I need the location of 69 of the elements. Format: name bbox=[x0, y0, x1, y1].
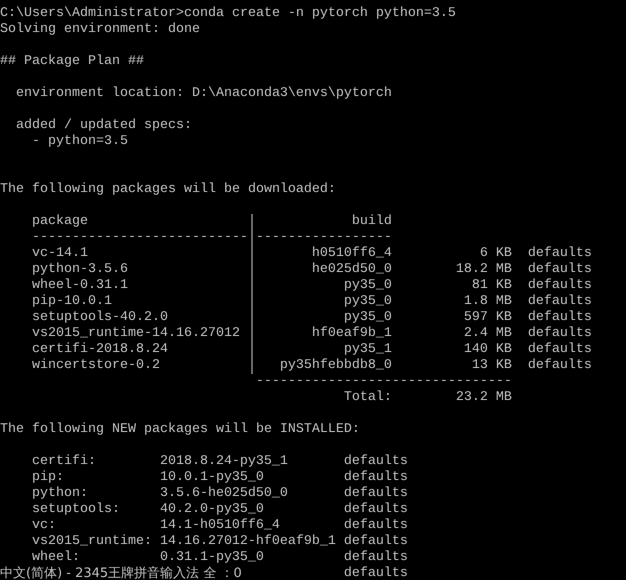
table-cell: vc-14.1 bbox=[32, 246, 88, 261]
table-cell: 1.8 MB bbox=[464, 294, 512, 309]
table-cell: 18.2 MB bbox=[456, 262, 512, 277]
table-cell: defaults bbox=[344, 486, 408, 501]
table-cell: 14.1-h0510ff6_4 bbox=[160, 518, 280, 533]
table-cell: py35_1 bbox=[344, 342, 392, 357]
table-cell: setuptools: bbox=[32, 502, 120, 517]
table-cell: 2018.8.24-py35_1 bbox=[160, 454, 288, 469]
table-cell: py35_0 bbox=[344, 294, 392, 309]
terminal-line: The following NEW packages will be INSTALLED: bbox=[0, 422, 360, 438]
dash-rule: --------------------------- bbox=[32, 230, 248, 245]
table-cell: vs2015_runtime-14.16.27012 bbox=[32, 326, 240, 341]
dash-rule: -------------------------------- bbox=[256, 374, 512, 390]
table-cell: setuptools-40.2.0 bbox=[32, 310, 168, 325]
table-cell: defaults bbox=[528, 294, 592, 309]
terminal-line: added / updated specs: bbox=[14, 118, 192, 134]
table-cell: python-3.5.6 bbox=[32, 262, 128, 277]
table-cell: h0510ff6_4 bbox=[312, 246, 392, 261]
table-cell: he025d50_0 bbox=[312, 262, 392, 277]
table-cell: defaults bbox=[528, 358, 592, 373]
table-cell: certifi-2018.8.24 bbox=[32, 342, 168, 357]
table-cell: certifi: bbox=[32, 454, 96, 469]
total-value: 23.2 MB bbox=[456, 390, 512, 405]
table-cell: py35_0 bbox=[344, 278, 392, 293]
table-cell: 2.4 MB bbox=[464, 326, 512, 341]
table-cell: wincertstore-0.2 bbox=[32, 358, 160, 373]
terminal-line: C:\Users\Administrator>conda create -n pytorch python=3.5 bbox=[0, 6, 456, 22]
table-cell: defaults bbox=[344, 566, 408, 580]
terminal-line: Solving environment: done bbox=[0, 22, 200, 38]
table-cell: vs2015_runtime: bbox=[32, 534, 152, 549]
table-cell: defaults bbox=[344, 534, 408, 549]
table-cell: 6 KB bbox=[480, 246, 512, 261]
table-cell: 597 KB bbox=[464, 310, 512, 325]
table-cell: defaults bbox=[528, 326, 592, 341]
column-header: package bbox=[32, 214, 88, 229]
table-cell: vc: bbox=[32, 518, 56, 533]
terminal-line: The following packages will be downloaded: bbox=[0, 182, 336, 198]
table-cell: 3.5.6-he025d50_0 bbox=[160, 486, 288, 501]
terminal-line: ## Package Plan ## bbox=[0, 54, 144, 70]
total-label: Total: bbox=[344, 390, 392, 405]
table-cell: py35_0 bbox=[344, 310, 392, 325]
table-cell: hf0eaf9b_1 bbox=[312, 326, 392, 341]
table-cell: 40.2.0-py35_0 bbox=[160, 502, 264, 517]
table-cell: defaults bbox=[344, 502, 408, 517]
table-cell: pip-10.0.1 bbox=[32, 294, 112, 309]
table-cell: defaults bbox=[528, 246, 592, 261]
table-cell: defaults bbox=[528, 310, 592, 325]
table-cell: pip: bbox=[32, 470, 64, 485]
table-cell: defaults bbox=[344, 550, 408, 565]
table-cell: defaults bbox=[528, 342, 592, 357]
table-cell: wheel-0.31.1 bbox=[32, 278, 128, 293]
terminal-line: environment location: D:\Anaconda3\envs\pytorch bbox=[14, 86, 392, 102]
table-cell: defaults bbox=[344, 470, 408, 485]
table-cell: defaults bbox=[344, 454, 408, 469]
table-cell: defaults bbox=[528, 262, 592, 277]
table-cell: defaults bbox=[344, 518, 408, 533]
table-cell: python: bbox=[32, 486, 88, 501]
table-cell: 81 KB bbox=[472, 278, 512, 293]
table-cell: 13 KB bbox=[472, 358, 512, 373]
table-cell: 14.16.27012-hf0eaf9b_1 bbox=[160, 534, 336, 549]
table-cell: 0.31.1-py35_0 bbox=[160, 550, 264, 565]
table-cell: py35hfebbdb8_0 bbox=[280, 358, 392, 373]
table-cell: 140 KB bbox=[464, 342, 512, 357]
terminal-line: - python=3.5 bbox=[30, 134, 128, 150]
column-header: build bbox=[352, 214, 392, 229]
table-cell: 10.0.1-py35_0 bbox=[160, 470, 264, 485]
table-cell: wheel: bbox=[32, 550, 80, 565]
dash-rule: ----------------- bbox=[256, 230, 392, 245]
table-cell: defaults bbox=[528, 278, 592, 293]
